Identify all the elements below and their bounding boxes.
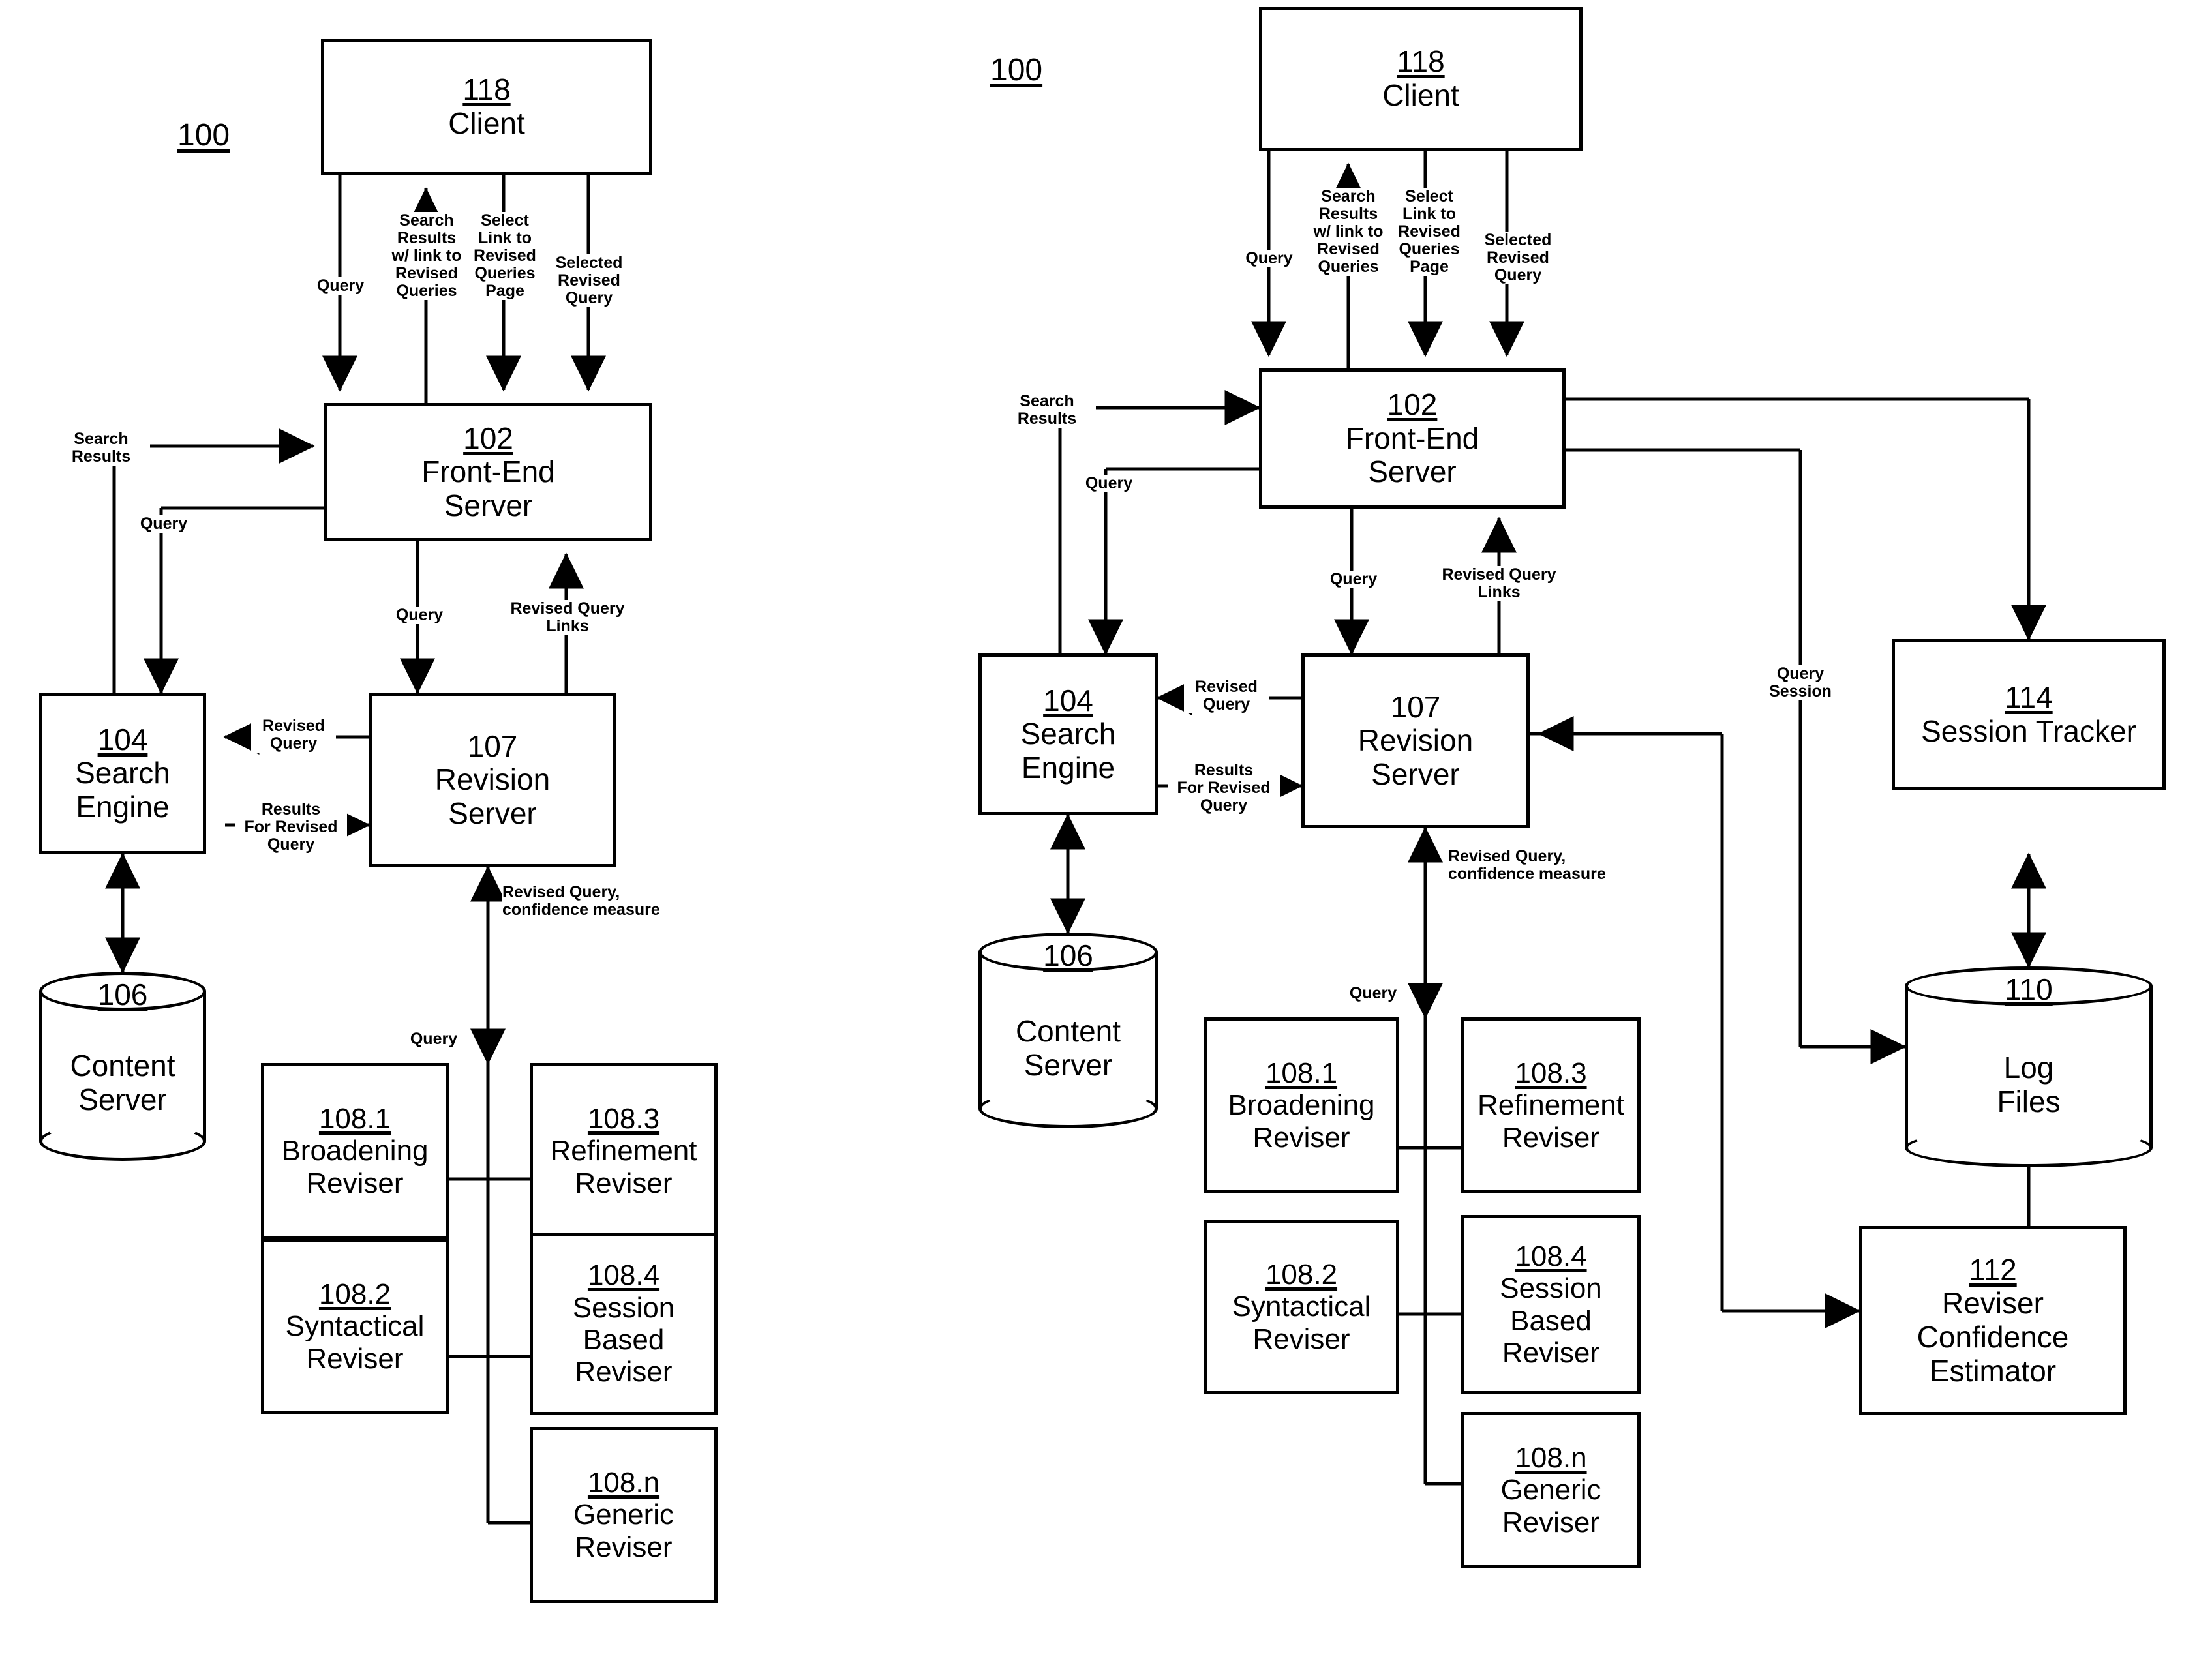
node-label: Content Server xyxy=(1015,1014,1121,1082)
node-ref: 104 xyxy=(1043,683,1093,717)
node-log-files-right: 110 Log Files xyxy=(1905,966,2153,1167)
node-label: Content Server xyxy=(70,1049,175,1116)
node-label: Session Based Reviser xyxy=(572,1291,675,1388)
edge-label-select-link-right: Select Link to Revised Queries Page xyxy=(1391,188,1468,276)
node-refinement-reviser-left: 108.3 Refinement Reviser xyxy=(530,1063,718,1239)
node-label: Reviser Confidence Estimator xyxy=(1917,1286,2069,1388)
node-session-based-reviser-left: 108.4 Session Based Reviser xyxy=(530,1233,718,1415)
node-search-engine-left: 104 Search Engine xyxy=(39,693,206,854)
node-revision-server-right: 107 Revision Server xyxy=(1301,653,1530,828)
node-label: Front-End Server xyxy=(421,455,555,522)
node-ref: 106 xyxy=(1043,938,1093,972)
edge-label-query-to-search-engine-left: Query xyxy=(128,515,200,533)
node-reviser-confidence-estimator-right: 112 Reviser Confidence Estimator xyxy=(1859,1226,2127,1415)
node-label: Search Engine xyxy=(1020,717,1116,785)
node-generic-reviser-right: 108.n Generic Reviser xyxy=(1461,1412,1641,1568)
node-label: Revision Server xyxy=(1357,723,1474,791)
figure-number-right: 100 xyxy=(990,53,1043,87)
node-ref: 102 xyxy=(1387,387,1438,422)
node-ref: 102 xyxy=(463,421,513,455)
node-syntactical-reviser-right: 108.2 Syntactical Reviser xyxy=(1204,1220,1399,1394)
node-label: Syntactical Reviser xyxy=(1232,1291,1371,1355)
node-ref: 108.3 xyxy=(1515,1057,1587,1090)
node-label: Session Tracker xyxy=(1921,714,2136,748)
node-session-based-reviser-right: 108.4 Session Based Reviser xyxy=(1461,1215,1641,1394)
node-ref: 108.4 xyxy=(1515,1240,1587,1272)
node-ref: 112 xyxy=(1969,1252,2017,1287)
node-label: Generic Reviser xyxy=(573,1499,674,1563)
node-content-server-right: 106 Content Server xyxy=(978,933,1158,1128)
edge-label-results-for-revised-query-right: Results For Revised Query xyxy=(1168,762,1280,815)
edge-label-revised-query-left: Revised Query xyxy=(251,717,336,753)
edge-label-query-to-revisers-left: Query xyxy=(398,1030,470,1048)
edge-label-query-client-fes-left: Query xyxy=(301,277,380,295)
edge-label-selected-revised-query-right: Selected Revised Query xyxy=(1476,232,1560,284)
node-ref: 108.1 xyxy=(318,1103,391,1135)
node-ref: 118 xyxy=(1397,44,1445,79)
edge-label-revised-query-links-left: Revised Query Links xyxy=(502,600,633,635)
node-generic-reviser-left: 108.n Generic Reviser xyxy=(530,1427,718,1603)
node-ref: 107 xyxy=(467,728,518,763)
edge-label-query-session-right: Query Session xyxy=(1748,665,1853,700)
node-ref: 108.3 xyxy=(587,1103,660,1135)
node-ref: 108.1 xyxy=(1265,1057,1338,1090)
node-label: Revision Server xyxy=(434,762,551,830)
figure-number-left: 100 xyxy=(177,118,230,153)
node-label: Broadening Reviser xyxy=(1228,1089,1375,1154)
node-broadening-reviser-left: 108.1 Broadening Reviser xyxy=(261,1063,449,1239)
node-ref: 108.n xyxy=(587,1467,660,1499)
edge-label-query-client-fes-right: Query xyxy=(1232,250,1307,267)
edge-label-revised-query-right: Revised Query xyxy=(1184,678,1269,713)
node-client-left: 118 Client xyxy=(321,39,652,175)
node-label: Client xyxy=(1382,78,1459,112)
edge-label-revised-query-confidence-right: Revised Query, confidence measure xyxy=(1448,848,1663,883)
edge-label-search-results-with-links-left: Search Results w/ link to Revised Querie… xyxy=(384,212,470,300)
node-ref: 108.2 xyxy=(318,1278,391,1311)
node-label: Refinement Reviser xyxy=(1477,1089,1624,1154)
node-ref: 108.4 xyxy=(587,1259,660,1292)
edge-label-query-to-revision-server-right: Query xyxy=(1318,571,1389,588)
node-refinement-reviser-right: 108.3 Refinement Reviser xyxy=(1461,1017,1641,1193)
node-front-end-server-left: 102 Front-End Server xyxy=(324,403,652,541)
node-ref: 108.2 xyxy=(1265,1259,1338,1291)
edge-label-search-results-right: Search Results xyxy=(998,393,1096,428)
edge-label-select-link-left: Select Link to Revised Queries Page xyxy=(466,212,544,300)
node-client-right: 118 Client xyxy=(1259,7,1583,151)
node-label: Front-End Server xyxy=(1345,421,1479,489)
node-label: Generic Reviser xyxy=(1500,1474,1601,1538)
edge-label-revised-query-confidence-left: Revised Query, confidence measure xyxy=(502,884,718,919)
node-label: Broadening Reviser xyxy=(281,1135,429,1199)
node-label: Refinement Reviser xyxy=(550,1135,697,1199)
node-label: Log Files xyxy=(1997,1051,2061,1118)
node-front-end-server-right: 102 Front-End Server xyxy=(1259,368,1566,509)
edge-label-selected-revised-query-left: Selected Revised Query xyxy=(547,254,631,307)
edge-label-query-to-revisers-right: Query xyxy=(1337,985,1409,1002)
edge-label-results-for-revised-query-left: Results For Revised Query xyxy=(235,801,347,854)
node-revision-server-left: 107 Revision Server xyxy=(369,693,616,867)
edge-label-query-to-revision-server-left: Query xyxy=(384,607,455,624)
node-ref: 108.n xyxy=(1515,1442,1587,1475)
node-content-server-left: 106 Content Server xyxy=(39,972,206,1161)
node-syntactical-reviser-left: 108.2 Syntactical Reviser xyxy=(261,1239,449,1414)
node-ref: 106 xyxy=(97,978,148,1011)
node-search-engine-right: 104 Search Engine xyxy=(978,653,1158,815)
edge-label-search-results-left: Search Results xyxy=(52,430,150,466)
node-ref: 104 xyxy=(97,722,148,757)
node-ref: 114 xyxy=(2005,680,2053,715)
node-ref: 110 xyxy=(2005,972,2053,1006)
edge-label-search-results-with-links-right: Search Results w/ link to Revised Querie… xyxy=(1306,188,1391,276)
node-ref: 107 xyxy=(1390,689,1441,724)
edge-label-revised-query-links-right: Revised Query Links xyxy=(1434,566,1564,601)
edge-label-query-to-search-engine-right: Query xyxy=(1073,475,1145,492)
node-label: Session Based Reviser xyxy=(1500,1272,1602,1369)
node-session-tracker-right: 114 Session Tracker xyxy=(1892,639,2166,790)
node-label: Search Engine xyxy=(75,756,170,824)
node-ref: 118 xyxy=(462,72,511,107)
node-label: Client xyxy=(448,106,525,140)
node-broadening-reviser-right: 108.1 Broadening Reviser xyxy=(1204,1017,1399,1193)
patent-figure-page: 100 118 Client Query Search Results w/ l… xyxy=(0,0,2212,1678)
node-label: Syntactical Reviser xyxy=(285,1310,425,1375)
